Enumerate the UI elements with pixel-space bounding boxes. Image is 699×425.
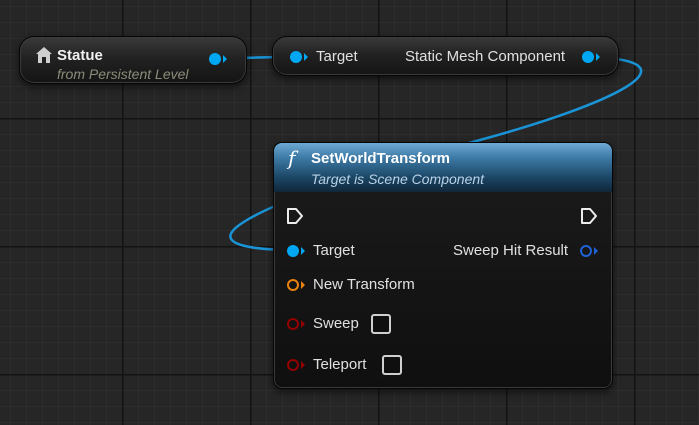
static-mesh-component-label: Static Mesh Component (405, 48, 566, 65)
set-world-transform-node[interactable]: f SetWorldTransform Target is Scene Comp… (273, 142, 613, 389)
node-subtitle: Target is Scene Component (311, 171, 485, 187)
static-mesh-component-output-pin[interactable] (581, 49, 601, 65)
set-world-transform-header: f SetWorldTransform Target is Scene Comp… (274, 143, 612, 192)
actor-reference-icon (36, 47, 52, 63)
teleport-checkbox[interactable] (382, 355, 402, 375)
sweep-hit-result-pin-icon[interactable] (579, 243, 599, 259)
statue-subtitle: from Persistent Level (57, 66, 189, 82)
new-transform-pin-icon[interactable] (286, 277, 306, 293)
node-title: SetWorldTransform (311, 150, 450, 167)
sweep-label: Sweep (313, 315, 359, 332)
exec-input-pin-icon[interactable] (286, 207, 304, 225)
get-static-mesh-component-node[interactable]: Target Static Mesh Component (272, 36, 619, 76)
target-pin-icon[interactable] (286, 243, 306, 259)
statue-title: Statue (57, 47, 103, 64)
teleport-pin-icon[interactable] (286, 357, 306, 373)
sweep-hit-result-label: Sweep Hit Result (453, 242, 569, 259)
new-transform-label: New Transform (313, 276, 415, 293)
function-icon: f (288, 146, 296, 170)
target-input-pin[interactable] (289, 49, 309, 65)
statue-output-pin[interactable] (208, 51, 228, 67)
exec-output-pin-icon[interactable] (580, 207, 598, 225)
teleport-label: Teleport (313, 356, 367, 373)
target-input-label: Target (313, 242, 355, 259)
sweep-pin-icon[interactable] (286, 316, 306, 332)
statue-node[interactable]: Statue from Persistent Level (19, 36, 247, 84)
target-input-label: Target (316, 48, 358, 65)
sweep-checkbox[interactable] (371, 314, 391, 334)
